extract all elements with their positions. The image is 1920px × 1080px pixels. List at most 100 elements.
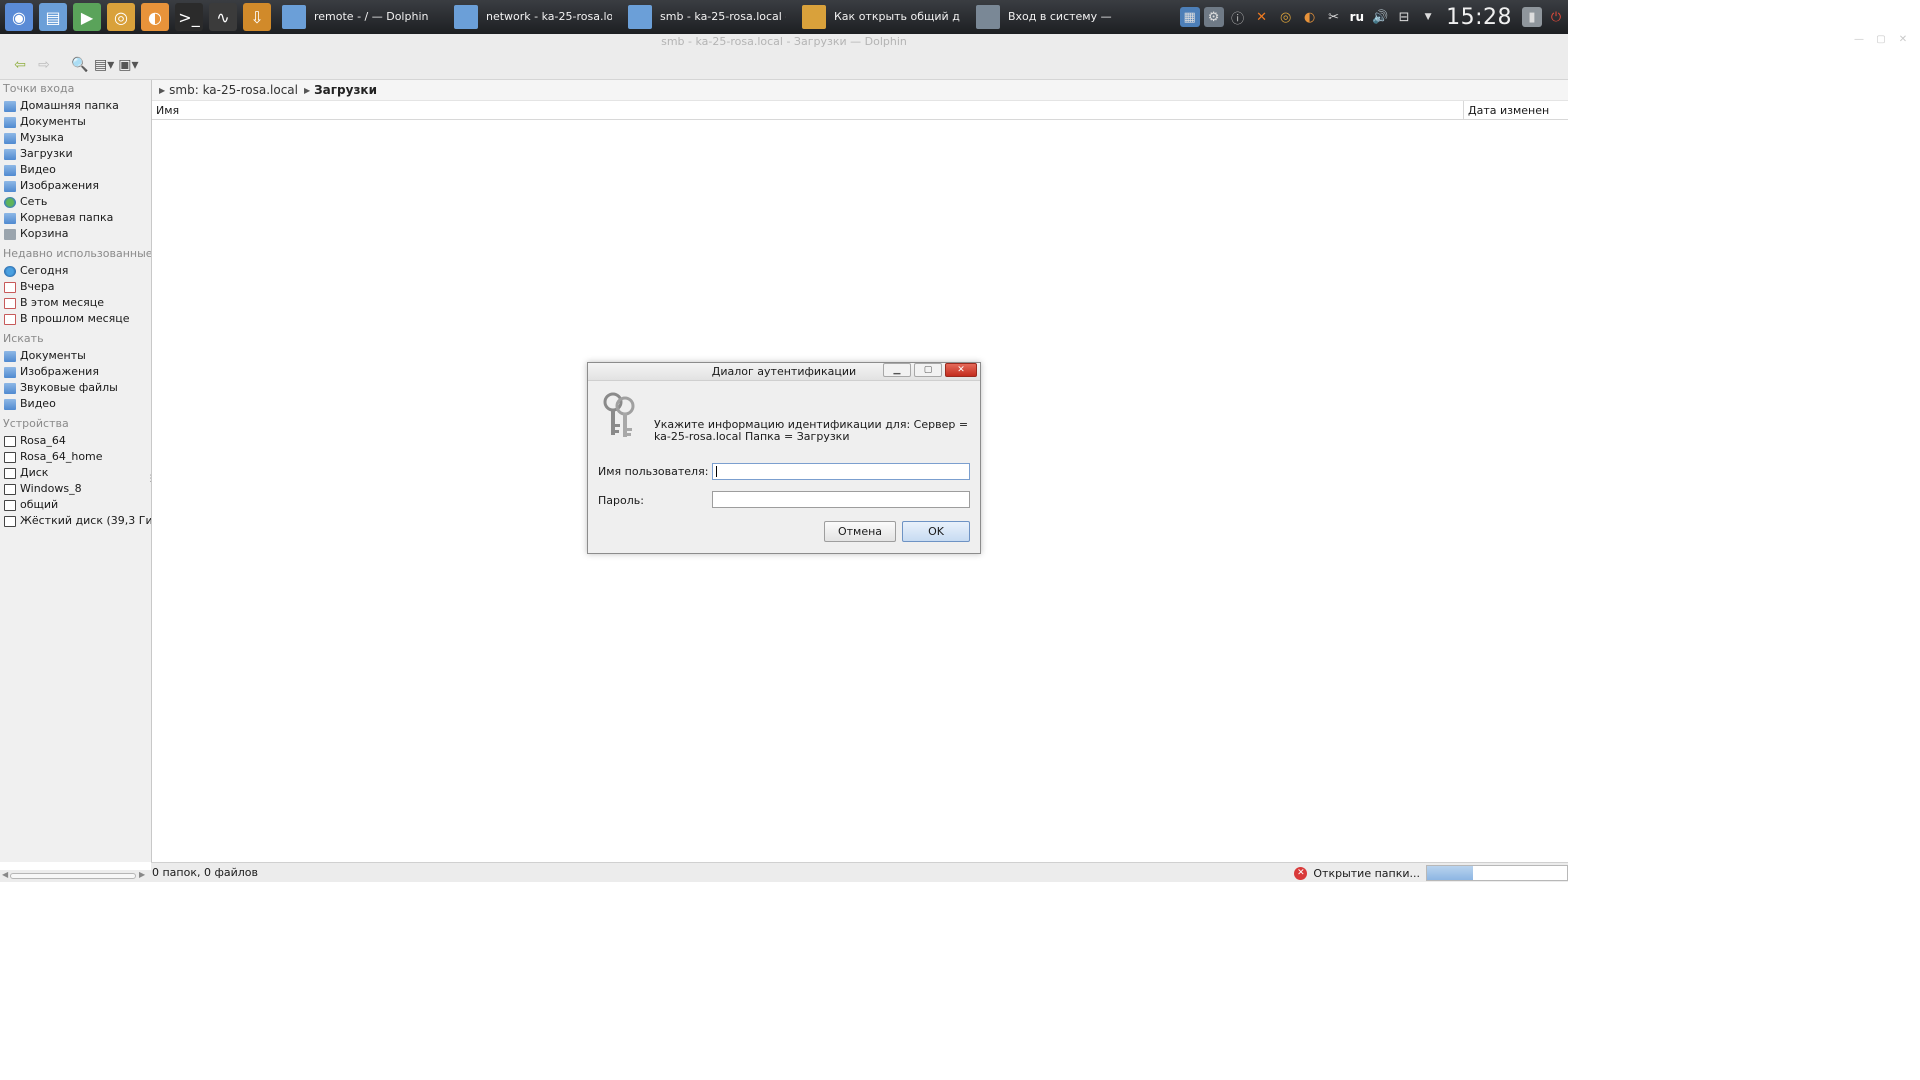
places-item-label: Документы [20,349,86,362]
scroll-left-icon[interactable]: ◀ [2,870,8,879]
window-controls: — ▢ ✕ [1848,34,1914,48]
desktop-switcher-icon[interactable]: ▦ [1179,7,1200,27]
volume-icon[interactable]: 🔊 [1370,7,1390,27]
breadcrumb-item-server[interactable]: smb: ka-25-rosa.local [169,83,298,97]
trash-tray-icon[interactable]: ▮ [1522,7,1542,27]
places-item[interactable]: Windows_8 [0,481,151,497]
dialog-titlebar[interactable]: Диалог аутентификации ▁ ▢ ✕ [588,363,980,381]
places-item-label: Документы [20,115,86,128]
password-input[interactable] [712,491,970,508]
column-date[interactable]: Дата изменен [1464,101,1568,119]
column-name[interactable]: Имя [152,101,1464,119]
app-icon[interactable]: ◐ [141,3,169,31]
places-item[interactable]: В этом месяце [0,295,151,311]
places-item[interactable]: Сегодня [0,263,151,279]
taskbar-task[interactable]: network - ka-25-rosa.local — Dolphin [448,1,618,33]
scroll-right-icon[interactable]: ▶ [139,870,145,879]
taskbar-task[interactable]: smb - ka-25-rosa.local - Загрузки — Dolp… [622,1,792,33]
x-app-icon[interactable]: ✕ [1252,7,1272,27]
places-item[interactable]: Документы [0,114,151,130]
view-mode-button[interactable]: ▤▾ [94,54,114,76]
back-button[interactable]: ⇦ [10,54,30,76]
places-item[interactable]: Rosa_64 [0,433,151,449]
taskbar-task[interactable]: Как открыть общий доступ к папкам — Rosa [796,1,966,33]
places-item[interactable]: Сеть [0,194,151,210]
places-item[interactable]: Жёсткий диск (39,3 Ги [0,513,151,529]
places-item[interactable]: Музыка [0,130,151,146]
search-icon[interactable]: 🔍 [70,54,90,76]
folder-icon [4,212,16,224]
chrome-icon[interactable]: ◎ [107,3,135,31]
taskbar-task[interactable]: Вход в систему — Параметры системы [970,1,1120,33]
breadcrumb-arrow-icon[interactable]: ▶ [304,86,310,95]
chrome-tray-icon[interactable]: ◎ [1276,7,1296,27]
places-item[interactable]: Звуковые файлы [0,380,151,396]
clock[interactable]: 15:28 [1446,5,1512,30]
cancel-button[interactable]: Отмена [824,521,896,542]
settings-icon[interactable]: ⚙ [1203,7,1224,27]
power-icon[interactable]: ⏻ [1546,7,1566,27]
forward-button[interactable]: ⇨ [34,54,54,76]
app-tray-icon[interactable]: ◐ [1300,7,1320,27]
breadcrumb-arrow-icon[interactable]: ▶ [159,86,165,95]
window-title: smb - ka-25-rosa.local - Загрузки — Dolp… [0,34,1568,50]
password-label: Пароль: [598,494,644,507]
dialog-maximize-button[interactable]: ▢ [914,363,942,377]
keyboard-layout-indicator[interactable]: ru [1350,10,1364,24]
dialog-minimize-button[interactable]: ▁ [883,363,911,377]
places-item[interactable]: Rosa_64_home [0,449,151,465]
places-item[interactable]: Вчера [0,279,151,295]
places-item[interactable]: Документы [0,348,151,364]
places-item-label: Изображения [20,179,99,192]
minimize-window-button[interactable]: — [1848,34,1870,48]
file-manager-icon[interactable]: ▤ [39,3,67,31]
places-item-label: Rosa_64_home [20,450,103,463]
username-label: Имя пользователя: [598,465,709,478]
places-item[interactable]: Домашняя папка [0,98,151,114]
folder-icon [4,180,16,192]
dialog-close-button[interactable]: ✕ [945,363,977,377]
net-icon [4,196,16,208]
folder-icon [4,366,16,378]
scrollbar-thumb[interactable] [10,873,136,879]
taskbar-task[interactable]: remote - / — Dolphin [276,1,444,33]
places-item[interactable]: Корзина [0,226,151,242]
places-item[interactable]: Видео [0,162,151,178]
toolbar: ⇦ ⇨ 🔍 ▤▾ ▣▾ [0,50,1568,80]
places-item-label: Загрузки [20,147,73,160]
places-item-label: общий [20,498,59,511]
status-operation: Открытие папки... [1313,866,1420,880]
username-input[interactable] [712,463,970,480]
ok-button[interactable]: OK [902,521,970,542]
network-icon[interactable]: ⊟ [1394,7,1414,27]
places-item[interactable]: В прошлом месяце [0,311,151,327]
rosa-menu-icon[interactable]: ◉ [5,3,33,31]
places-item[interactable]: Изображения [0,364,151,380]
installer-icon[interactable]: ⇩ [243,3,271,31]
breadcrumb: ▶ smb: ka-25-rosa.local ▶ Загрузки [152,80,1568,100]
progress-fill [1427,866,1474,880]
cal-icon [4,281,16,293]
places-horizontal-scrollbar[interactable]: ◀ ▶ [0,870,151,882]
places-item[interactable]: Загрузки [0,146,151,162]
preview-button[interactable]: ▣▾ [118,54,138,76]
places-item[interactable]: Изображения [0,178,151,194]
places-item-label: Видео [20,397,56,410]
places-item[interactable]: Диск [0,465,151,481]
places-panel: Точки входа Домашняя папка Документы Музыка… [0,80,151,862]
places-item[interactable]: Корневая папка [0,210,151,226]
scissors-icon[interactable]: ✂ [1324,7,1344,27]
places-item[interactable]: Видео [0,396,151,412]
places-item[interactable]: общий [0,497,151,513]
info-icon[interactable]: ⓘ [1228,7,1248,27]
places-item-label: В прошлом месяце [20,312,130,325]
tray-expand-icon[interactable]: ▼ [1418,7,1438,27]
terminal-icon[interactable]: >_ [175,3,203,31]
system-monitor-icon[interactable]: ∿ [209,3,237,31]
close-window-button[interactable]: ✕ [1892,34,1914,48]
breadcrumb-current[interactable]: Загрузки [314,83,377,97]
task-label: Как открыть общий доступ к папкам — Rosa [834,11,960,23]
places-item-label: Домашняя папка [20,99,119,112]
maximize-window-button[interactable]: ▢ [1870,34,1892,48]
media-player-icon[interactable]: ▶ [73,3,101,31]
